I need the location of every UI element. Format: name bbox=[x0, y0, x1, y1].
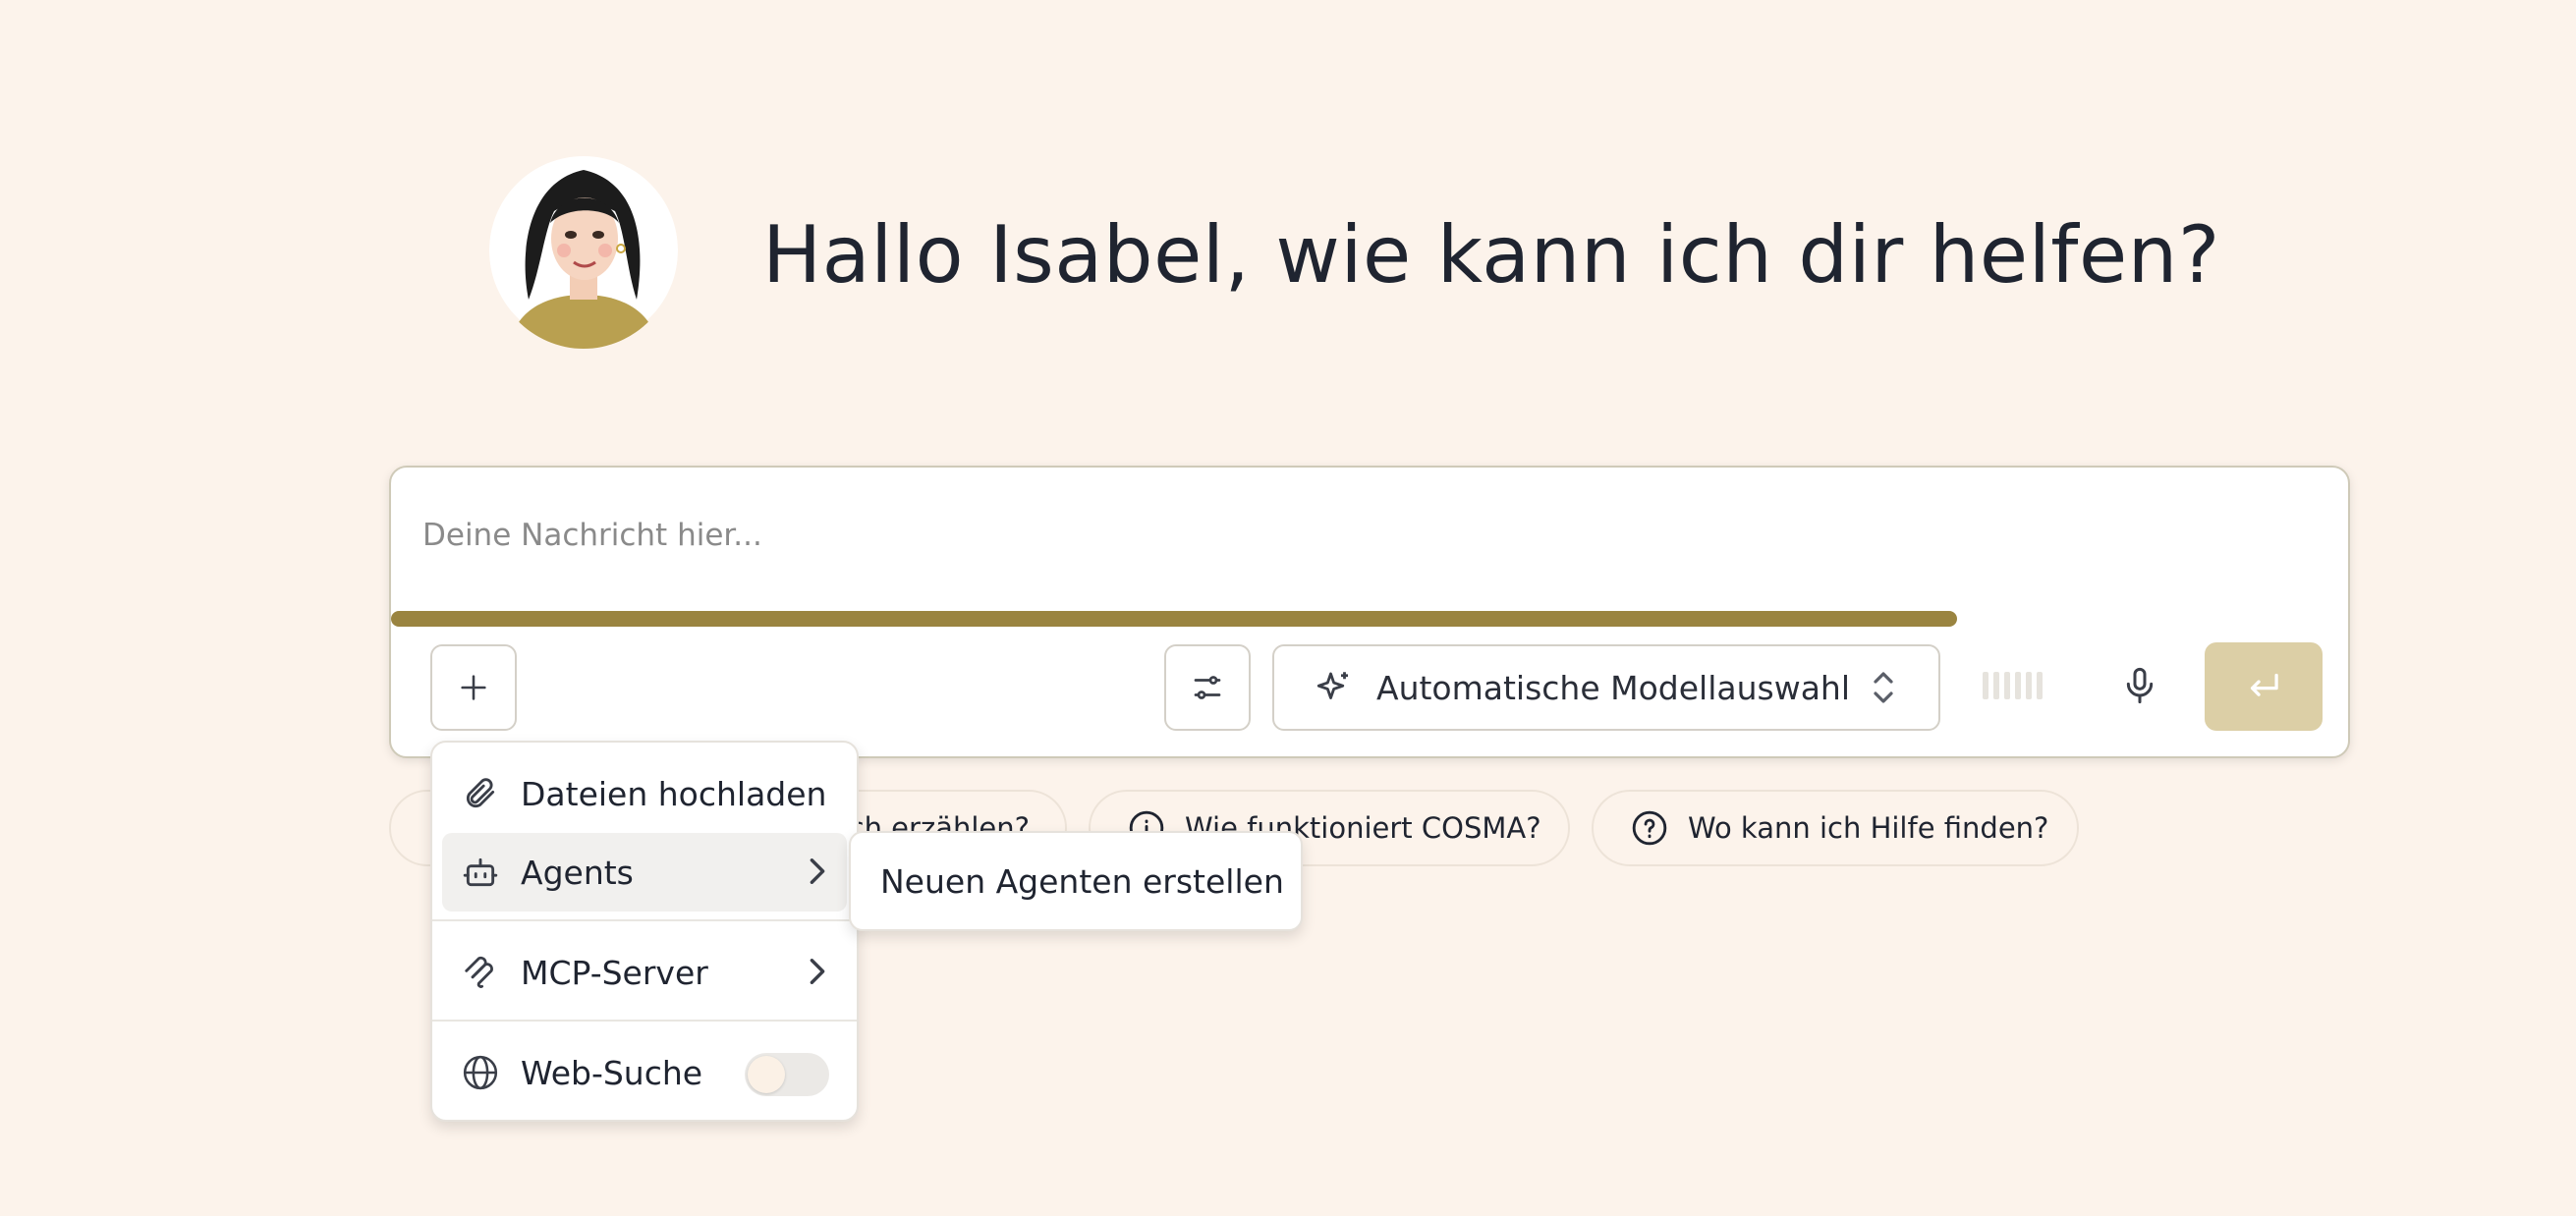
sliders-icon bbox=[1194, 676, 1221, 699]
mcp-icon bbox=[465, 956, 493, 988]
menu-item-label: Dateien hochladen bbox=[521, 774, 827, 813]
audio-wave-icon bbox=[1983, 672, 2043, 699]
model-select-label: Automatische Modellauswahl bbox=[1376, 668, 1851, 707]
add-button[interactable] bbox=[430, 644, 517, 731]
sparkles-icon bbox=[1316, 672, 1348, 699]
plus-icon bbox=[461, 675, 486, 700]
menu-item-mcp-server[interactable]: MCP-Server bbox=[442, 933, 847, 1012]
globe-icon bbox=[463, 1055, 498, 1090]
chevron-right-icon bbox=[810, 858, 825, 884]
enter-icon bbox=[2250, 673, 2278, 696]
toggle-knob bbox=[748, 1056, 785, 1093]
suggestion-label: Wo kann ich Hilfe finden? bbox=[1688, 811, 2049, 845]
menu-item-label: MCP-Server bbox=[521, 953, 708, 992]
menu-item-label: Web-Suche bbox=[521, 1053, 703, 1092]
assistant-avatar bbox=[489, 152, 678, 349]
add-menu: Dateien hochladen Agents MCP-Server Web-… bbox=[430, 741, 859, 1122]
submenu-item-create-agent[interactable]: Neuen Agenten erstellen bbox=[880, 862, 1284, 901]
menu-divider bbox=[432, 1020, 857, 1022]
suggestion-chip[interactable]: Wo kann ich Hilfe finden? bbox=[1592, 790, 2079, 866]
menu-item-label: Agents bbox=[521, 853, 634, 892]
menu-item-upload-files[interactable]: Dateien hochladen bbox=[442, 754, 847, 833]
agents-submenu: Neuen Agenten erstellen bbox=[849, 831, 1303, 931]
model-select[interactable]: Automatische Modellauswahl bbox=[1272, 644, 1940, 731]
menu-divider bbox=[432, 919, 857, 921]
question-icon bbox=[1632, 810, 1667, 846]
paperclip-icon bbox=[466, 778, 495, 808]
upload-progress-bar bbox=[391, 611, 1957, 627]
menu-item-web-search: Web-Suche bbox=[442, 1033, 847, 1112]
greeting-title: Hallo Isabel, wie kann ich dir helfen? bbox=[762, 209, 2220, 301]
message-input[interactable] bbox=[420, 505, 2291, 566]
web-search-toggle[interactable] bbox=[745, 1053, 829, 1096]
menu-item-agents[interactable]: Agents bbox=[442, 833, 847, 912]
bot-icon bbox=[463, 857, 498, 887]
chevron-right-icon bbox=[810, 959, 825, 984]
message-composer: Automatische Modellauswahl bbox=[389, 466, 2350, 758]
microphone-button[interactable] bbox=[2120, 664, 2159, 711]
chevron-up-down-icon bbox=[1874, 672, 1893, 703]
microphone-icon bbox=[2126, 667, 2154, 704]
send-button[interactable] bbox=[2205, 642, 2323, 731]
settings-button[interactable] bbox=[1164, 644, 1251, 731]
